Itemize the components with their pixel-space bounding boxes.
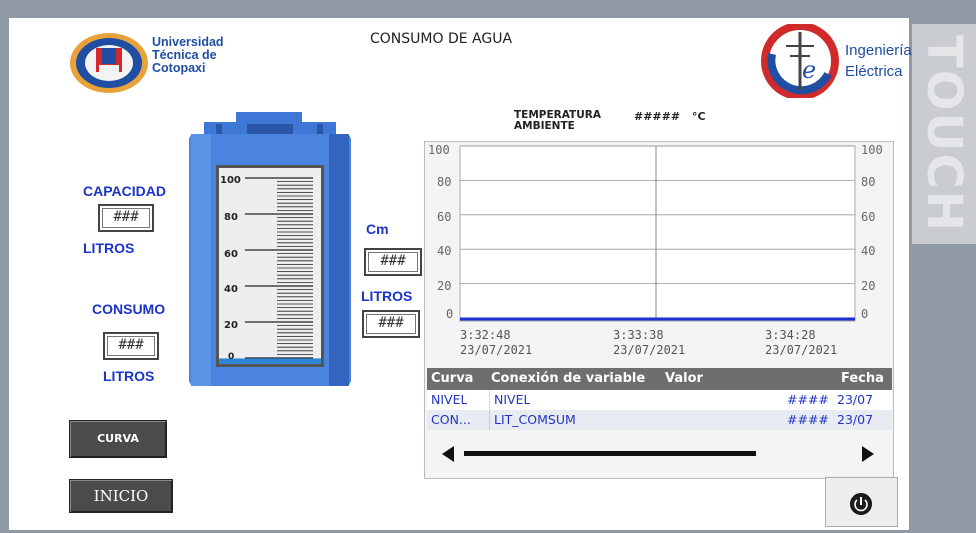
trend-y-tick-right-60: 60: [861, 210, 876, 224]
litros-field[interactable]: ###: [362, 310, 420, 338]
row-variable: NIVEL: [489, 390, 530, 410]
engineering-name-line-2: Eléctrica: [845, 63, 903, 80]
trend-y-tick-left-0: 0: [446, 307, 454, 321]
curva-button[interactable]: CURVA: [69, 420, 167, 458]
trend-x-tick-1: 3:32:48 23/07/2021: [460, 328, 532, 358]
row-date: 23/07: [837, 412, 874, 427]
trend-scrollbar[interactable]: [428, 436, 890, 472]
row-curve: NIVEL: [431, 392, 468, 407]
trend-x-tick-2-time: 3:33:38: [613, 328, 664, 342]
tank-scale-label-40: 40: [224, 284, 238, 295]
tank-scale-label-60: 60: [224, 249, 238, 260]
side-brand-strip: TOUCH: [912, 0, 976, 533]
university-logo: [70, 33, 148, 93]
power-icon: [850, 493, 872, 515]
consumo-unit: LITROS: [103, 368, 155, 384]
table-row[interactable]: NIVEL NIVEL #### 23/07: [427, 390, 892, 410]
trend-y-tick-left-80: 80: [437, 175, 452, 189]
svg-text:e: e: [802, 56, 816, 84]
trend-x-tick-3-time: 3:34:28: [765, 328, 816, 342]
trend-x-tick-3-date: 23/07/2021: [765, 343, 838, 357]
trend-x-tick-2: 3:33:38 23/07/2021: [613, 328, 685, 358]
row-variable: LIT_COMSUM: [489, 410, 576, 430]
trend-y-tick-right-80: 80: [861, 175, 876, 189]
touch-brand-text: TOUCH: [912, 24, 976, 244]
water-tank: [189, 112, 351, 386]
trend-y-tick-right-0: 0: [861, 307, 869, 321]
trend-y-tick-left-20: 20: [437, 279, 452, 293]
capacidad-label: CAPACIDAD: [83, 183, 166, 199]
capacidad-field[interactable]: ###: [98, 204, 154, 232]
litros-label: LITROS: [361, 288, 413, 304]
trend-x-tick-3: 3:34:28 23/07/2021: [765, 328, 837, 358]
column-header-curva[interactable]: Curva: [431, 368, 473, 390]
university-name-line-3: Cotopaxi: [152, 61, 206, 75]
engineering-name-line-1: Ingeniería: [845, 42, 912, 59]
temperature-unit: °C: [691, 110, 706, 123]
temperature-label-line-2: AMBIENTE: [514, 120, 575, 132]
temperature-value-group: ##### °C: [634, 110, 706, 123]
column-header-fecha[interactable]: Fecha: [841, 368, 884, 390]
consumo-label: CONSUMO: [92, 301, 166, 317]
consumo-field[interactable]: ###: [103, 332, 159, 360]
tank-scale-label-20: 20: [224, 320, 238, 331]
column-header-valor[interactable]: Valor: [665, 368, 703, 390]
inicio-button[interactable]: INICIO: [69, 479, 173, 513]
trend-x-tick-1-date: 23/07/2021: [460, 343, 533, 357]
trend-y-tick-right-100: 100: [861, 143, 883, 157]
university-name: Universidad Técnica de Cotopaxi: [152, 36, 242, 75]
cm-label: Cm: [366, 221, 389, 237]
cm-field[interactable]: ###: [364, 248, 422, 276]
trend-y-tick-left-100: 100: [428, 143, 450, 157]
trend-y-tick-right-20: 20: [861, 279, 876, 293]
tank-scale-label-80: 80: [224, 212, 238, 223]
engineering-name: Ingeniería Eléctrica: [845, 40, 912, 82]
trend-y-tick-left-60: 60: [437, 210, 452, 224]
row-curve: CON...: [431, 412, 471, 427]
page-title: CONSUMO DE AGUA: [370, 31, 513, 47]
row-date: 23/07: [837, 392, 874, 407]
table-row[interactable]: CON... LIT_COMSUM #### 23/07: [427, 410, 892, 430]
trend-x-tick-2-date: 23/07/2021: [613, 343, 686, 357]
engineering-logo: e: [761, 24, 839, 98]
tank-scale-label-0: 0: [228, 352, 235, 362]
trend-y-tick-right-40: 40: [861, 244, 876, 258]
temperature-label: TEMPERATURA AMBIENTE: [514, 110, 601, 132]
scroll-left-icon[interactable]: [442, 446, 454, 462]
trend-y-tick-left-40: 40: [437, 244, 452, 258]
scrollbar-thumb[interactable]: [464, 451, 756, 456]
row-value: ####: [787, 412, 829, 427]
scroll-right-icon[interactable]: [862, 446, 874, 462]
tank-scale-label-100: 100: [220, 175, 241, 186]
temperature-value: #####: [634, 110, 681, 123]
trend-table-header: Curva Conexión de variable Valor Fecha: [427, 368, 892, 390]
trend-x-tick-1-time: 3:32:48: [460, 328, 511, 342]
power-button[interactable]: [825, 477, 898, 527]
row-value: ####: [787, 392, 829, 407]
tank-water-level: [219, 358, 321, 364]
column-header-conexion[interactable]: Conexión de variable: [491, 368, 645, 390]
capacidad-unit: LITROS: [83, 240, 135, 256]
